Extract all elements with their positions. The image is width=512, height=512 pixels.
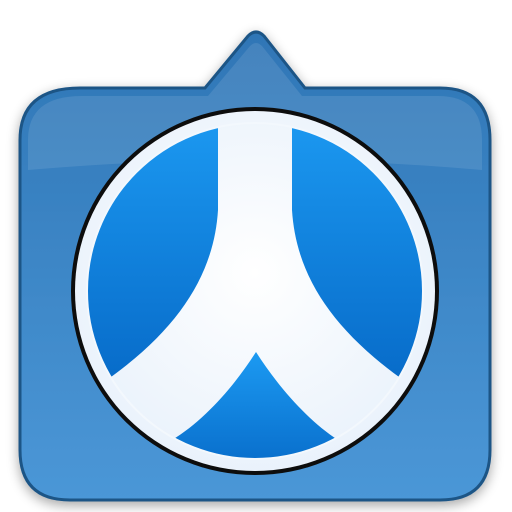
icon-canvas	[0, 0, 512, 512]
speech-bubble-app-icon[interactable]	[0, 0, 512, 512]
